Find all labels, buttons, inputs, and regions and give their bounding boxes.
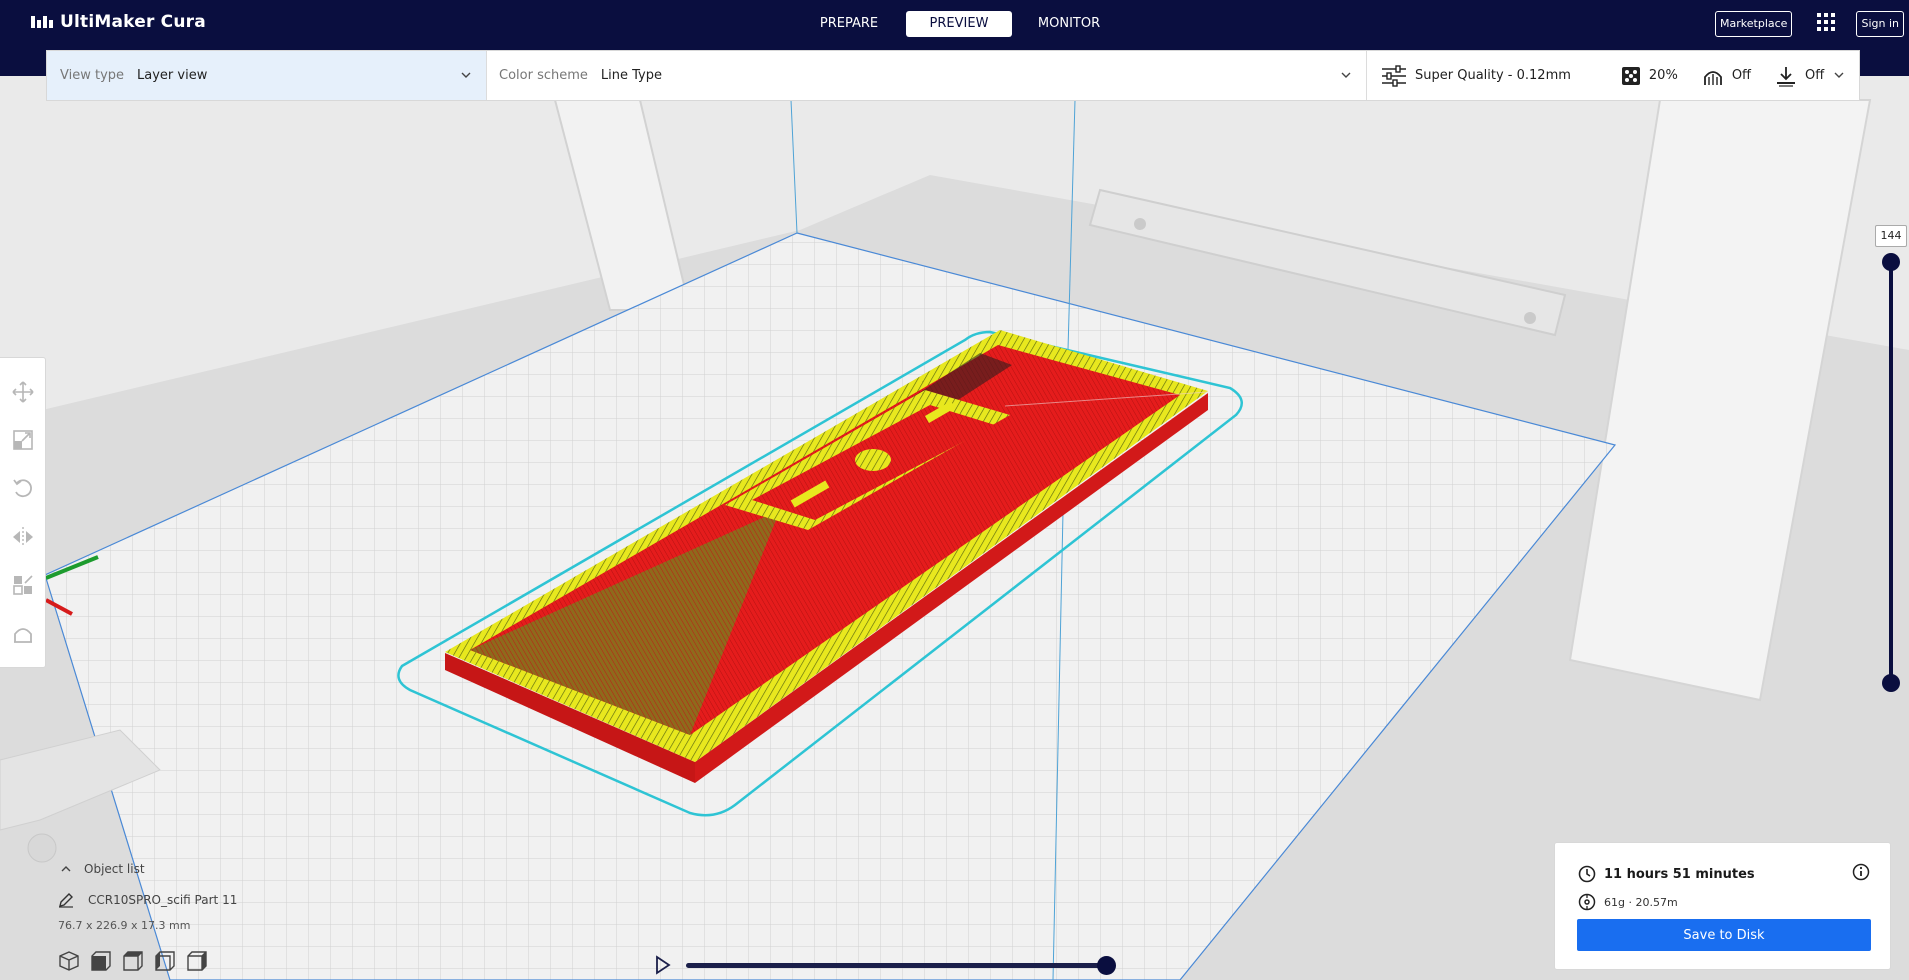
tab-preview[interactable]: PREVIEW bbox=[906, 11, 1012, 37]
per-model-settings-icon bbox=[12, 575, 33, 595]
color-scheme-dropdown[interactable]: Color scheme Line Type bbox=[487, 51, 1367, 100]
tab-prepare[interactable]: PREPARE bbox=[796, 11, 902, 37]
adhesion-setting: Off bbox=[1775, 65, 1824, 87]
layer-slider-bottom-handle bbox=[1882, 674, 1900, 692]
object-list-toggle[interactable]: Object list bbox=[60, 862, 237, 876]
object-dimensions: 76.7 x 226.9 x 17.3 mm bbox=[58, 919, 191, 932]
view-type-value: Layer view bbox=[137, 68, 208, 83]
infill-icon bbox=[1621, 66, 1640, 85]
color-scheme-value: Line Type bbox=[600, 68, 662, 83]
object-list-label: Object list bbox=[84, 862, 145, 876]
support-icon bbox=[1703, 70, 1722, 85]
print-time: 11 hours 51 minutes bbox=[1578, 865, 1755, 883]
chevron-up-icon bbox=[61, 866, 71, 872]
sign-in-button[interactable]: Sign in bbox=[1856, 11, 1904, 37]
material-value: 61g · 20.57m bbox=[1604, 895, 1678, 909]
sliders-icon bbox=[1382, 64, 1406, 87]
apps-grid-icon[interactable] bbox=[1816, 12, 1836, 36]
infill-value: 20% bbox=[1648, 68, 1678, 83]
view-type-dropdown[interactable]: View type Layer view bbox=[47, 51, 487, 100]
object-name: CCR10SPRO_scifi Part 11 bbox=[88, 893, 238, 907]
support-value: Off bbox=[1731, 68, 1752, 83]
move-icon bbox=[11, 381, 34, 403]
info-icon[interactable] bbox=[1852, 863, 1870, 881]
view-settings-bar: View type Layer view Color scheme Line T… bbox=[46, 50, 1860, 101]
mirror-icon bbox=[12, 526, 33, 547]
material-usage: 61g · 20.57m bbox=[1578, 893, 1678, 911]
scale-icon bbox=[12, 430, 33, 451]
save-to-disk-button[interactable]: Save to Disk bbox=[1577, 919, 1871, 951]
rotate-tool-button[interactable] bbox=[11, 476, 35, 500]
quality-setting: Super Quality - 0.12mm bbox=[1381, 64, 1571, 87]
front-view-icon[interactable] bbox=[90, 950, 112, 972]
header-actions: Marketplace Sign in bbox=[1715, 11, 1909, 37]
support-blocker-button[interactable] bbox=[11, 621, 35, 645]
play-icon[interactable] bbox=[655, 955, 671, 975]
stage-tabs: PREPARE PREVIEW MONITOR bbox=[796, 11, 1122, 37]
top-view-icon[interactable] bbox=[122, 950, 144, 972]
chevron-down-icon bbox=[461, 72, 471, 78]
layer-slider[interactable] bbox=[1876, 226, 1906, 696]
app-name: UltiMaker Cura bbox=[60, 12, 206, 32]
support-setting: Off bbox=[1702, 65, 1751, 87]
infill-setting: 20% bbox=[1621, 66, 1678, 86]
per-model-settings-button[interactable] bbox=[11, 573, 35, 597]
rotate-icon bbox=[12, 479, 32, 498]
tab-monitor[interactable]: MONITOR bbox=[1016, 11, 1122, 37]
path-slider-handle[interactable] bbox=[1097, 956, 1116, 975]
pencil-icon[interactable] bbox=[58, 892, 74, 908]
scale-tool-button[interactable] bbox=[11, 428, 35, 452]
adhesion-icon bbox=[1777, 66, 1796, 87]
object-list-panel: Object list CCR10SPRO_scifi Part 11 76.7… bbox=[58, 862, 237, 932]
clock-icon bbox=[1578, 865, 1596, 883]
support-blocker-icon bbox=[13, 627, 32, 643]
ultimaker-logo-icon bbox=[31, 16, 53, 28]
quality-value: Super Quality - 0.12mm bbox=[1415, 68, 1571, 83]
color-scheme-label: Color scheme bbox=[499, 68, 588, 83]
path-slider-track[interactable] bbox=[686, 963, 1108, 968]
print-settings-dropdown[interactable]: Super Quality - 0.12mm 20% Off Off bbox=[1367, 51, 1859, 100]
chevron-down-icon bbox=[1834, 72, 1844, 78]
app-logo: UltiMaker Cura bbox=[30, 12, 206, 32]
transform-toolbar bbox=[0, 357, 46, 668]
marketplace-button[interactable]: Marketplace bbox=[1715, 11, 1793, 37]
move-tool-button[interactable] bbox=[11, 380, 35, 404]
print-time-value: 11 hours 51 minutes bbox=[1604, 866, 1755, 882]
left-view-icon[interactable] bbox=[154, 950, 176, 972]
chevron-down-icon bbox=[1341, 72, 1351, 78]
spool-icon bbox=[1578, 893, 1596, 911]
object-item[interactable]: CCR10SPRO_scifi Part 11 bbox=[58, 892, 237, 908]
adhesion-value: Off bbox=[1805, 68, 1825, 83]
print-job-panel: 11 hours 51 minutes 61g · 20.57m Save to… bbox=[1554, 842, 1891, 970]
camera-view-buttons bbox=[58, 950, 208, 972]
right-view-icon[interactable] bbox=[186, 950, 208, 972]
3d-view-icon[interactable] bbox=[58, 950, 80, 972]
view-type-label: View type bbox=[60, 68, 125, 83]
mirror-tool-button[interactable] bbox=[11, 525, 35, 549]
layer-slider-top-handle bbox=[1882, 253, 1900, 271]
